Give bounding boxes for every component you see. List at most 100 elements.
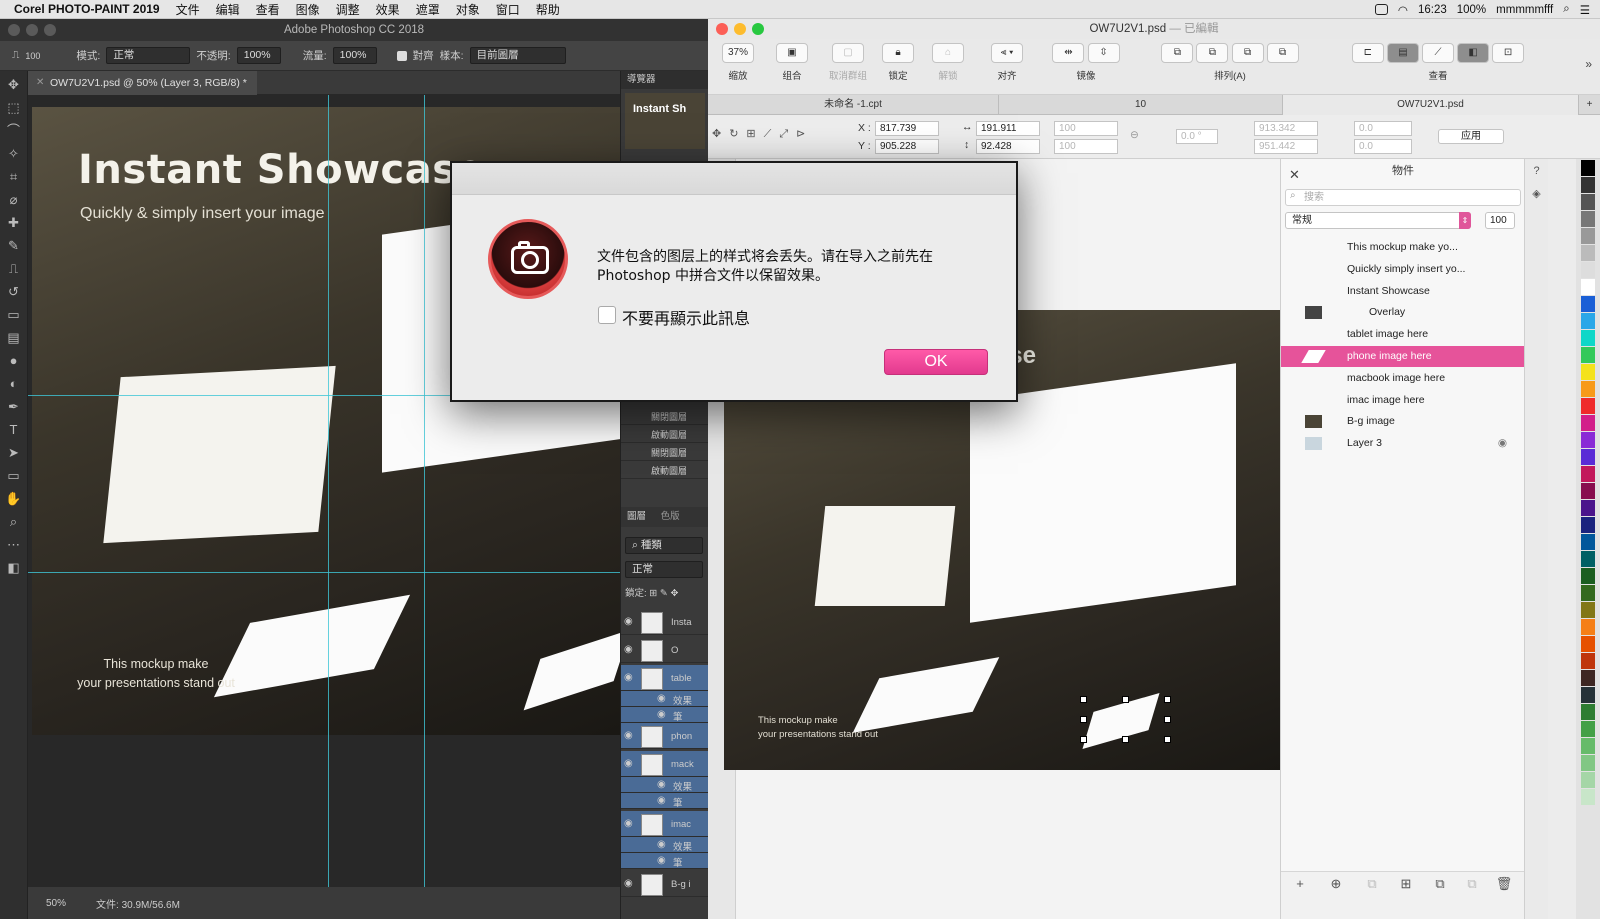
color-swatch[interactable] xyxy=(1581,262,1595,278)
new-layer-icon[interactable]: ⊕ xyxy=(1325,876,1347,894)
color-swatch[interactable] xyxy=(1581,279,1595,295)
objects-search-input[interactable]: 搜索 xyxy=(1285,189,1521,206)
object-row[interactable]: Instant Showcase xyxy=(1281,281,1525,302)
menu-mask[interactable]: 遮罩 xyxy=(408,1,448,18)
color-swatch[interactable] xyxy=(1581,789,1595,805)
color-swatch[interactable] xyxy=(1581,449,1595,465)
height-field[interactable]: 92.428 xyxy=(976,139,1040,154)
eye-icon[interactable]: ◉ xyxy=(1498,433,1507,454)
layers-dock-icon[interactable]: ◈ xyxy=(1525,187,1548,200)
eye-icon[interactable]: ◉ xyxy=(657,795,666,806)
color-swatch[interactable] xyxy=(1581,381,1595,397)
duplicate-icon[interactable]: ⧉ xyxy=(1429,876,1451,894)
object-row[interactable]: Overlay xyxy=(1281,302,1525,323)
layer-row[interactable]: ◉ table xyxy=(621,665,709,691)
help-icon[interactable]: ? xyxy=(1525,165,1548,177)
color-swatch[interactable] xyxy=(1581,619,1595,635)
cloud-icon[interactable] xyxy=(1374,4,1388,15)
layer-effect-row[interactable]: ◉ 筆 xyxy=(621,707,709,723)
zoom-window-button[interactable] xyxy=(44,24,56,36)
transform-mode-icons[interactable]: ✥↻⊞⟋⤢⊳ xyxy=(712,127,813,141)
color-swatch[interactable] xyxy=(1581,704,1595,720)
color-swatch[interactable] xyxy=(1581,296,1595,312)
group-button[interactable]: ▣ 组合 xyxy=(770,43,814,82)
color-swatch[interactable] xyxy=(1581,687,1595,703)
lock-button[interactable]: 🔒︎ 锁定 xyxy=(876,43,920,82)
color-swatch[interactable] xyxy=(1581,500,1595,516)
color-swatch[interactable] xyxy=(1581,177,1595,193)
menu-list-icon[interactable]: ☰ xyxy=(1580,3,1590,17)
menu-help[interactable]: 帮助 xyxy=(528,1,568,18)
menu-effects[interactable]: 效果 xyxy=(368,1,408,18)
healing-icon[interactable]: ✚ xyxy=(5,214,23,232)
dont-show-label[interactable]: 不要再顯示此訊息 xyxy=(622,305,750,329)
color-swatch[interactable] xyxy=(1581,211,1595,227)
color-swatch[interactable] xyxy=(1581,160,1595,176)
view-icon-4[interactable]: ◧ xyxy=(1457,43,1490,63)
scale-y-field[interactable]: 100 xyxy=(1054,139,1118,154)
eye-icon[interactable]: ◉ xyxy=(624,758,633,769)
layer-effect-row[interactable]: ◉ 筆 xyxy=(621,853,709,869)
selection-handle[interactable] xyxy=(1122,736,1129,743)
eye-icon[interactable]: ◉ xyxy=(657,709,666,720)
layer-row[interactable]: ◉ phon xyxy=(621,723,709,749)
object-row[interactable]: macbook image here xyxy=(1281,368,1525,389)
color-swatch[interactable] xyxy=(1581,364,1595,380)
clock-text[interactable]: 16:23 xyxy=(1418,4,1447,16)
color-swatch[interactable] xyxy=(1581,755,1595,771)
cd-tab-2[interactable]: 10 xyxy=(998,95,1282,115)
ps-zoom-readout[interactable]: 50% xyxy=(46,898,66,909)
layer-kind-filter[interactable]: ⌕ 種類 xyxy=(625,537,703,554)
layer-row[interactable]: ◉ O xyxy=(621,637,709,663)
pen-icon[interactable]: ✒ xyxy=(5,398,23,416)
selection-handle[interactable] xyxy=(1080,716,1087,723)
mask-icon[interactable]: ⧉ xyxy=(1361,876,1383,894)
magic-wand-icon[interactable]: ✧ xyxy=(5,145,23,163)
color-swatch[interactable] xyxy=(1581,738,1595,754)
crop-icon[interactable]: ⌗ xyxy=(5,168,23,186)
layer-row[interactable]: ◉ imac xyxy=(621,811,709,837)
lasso-icon[interactable]: ⌒ xyxy=(5,122,23,140)
color-swatch[interactable] xyxy=(1581,313,1595,329)
add-tab-icon[interactable]: + xyxy=(1578,95,1600,115)
arrange-button[interactable]: ⧉ ⧉ ⧉ ⧉ 排列(A) xyxy=(1140,43,1320,82)
angle-field[interactable]: 0.0 ° xyxy=(1176,129,1218,144)
brush-size[interactable]: 100 xyxy=(25,51,40,61)
layer-effect-row[interactable]: ◉ 效果 xyxy=(621,837,709,853)
eye-icon[interactable]: ◉ xyxy=(657,855,666,866)
trash-icon[interactable]: 🗑︎ xyxy=(1493,876,1515,894)
layer-effect-row[interactable]: ◉ 效果 xyxy=(621,777,709,793)
scale-x-field[interactable]: 100 xyxy=(1054,121,1118,136)
eraser-icon[interactable]: ▭ xyxy=(5,306,23,324)
ps-doc-tab[interactable]: ✕ OW7U2V1.psd @ 50% (Layer 3, RGB/8) * xyxy=(28,71,257,95)
unlock-button[interactable]: ⌂ 解锁 xyxy=(926,43,970,82)
menu-file[interactable]: 文件 xyxy=(168,1,208,18)
mirror-button[interactable]: ⇹ ⇳ 镜像 xyxy=(1042,43,1130,82)
stamp-tool-icon[interactable]: ⎍ xyxy=(12,49,19,62)
wifi-icon[interactable]: ◠ xyxy=(1398,3,1408,17)
object-row[interactable]: B-g image xyxy=(1281,411,1525,432)
object-row[interactable]: tablet image here xyxy=(1281,324,1525,345)
view-icon-1[interactable]: ⊏ xyxy=(1351,43,1384,63)
eye-icon[interactable]: ◉ xyxy=(624,644,633,655)
selection-handle[interactable] xyxy=(1164,696,1171,703)
object-row[interactable]: This mockup make yo... xyxy=(1281,237,1525,258)
color-swatch[interactable] xyxy=(1581,228,1595,244)
menu-object[interactable]: 对象 xyxy=(448,1,488,18)
flow-select[interactable]: 100% xyxy=(332,47,377,64)
zoom-select[interactable]: 37% xyxy=(722,43,754,63)
brush-icon[interactable]: ✎ xyxy=(5,237,23,255)
sample-select[interactable]: 目前圖層 xyxy=(469,47,566,64)
user-name[interactable]: mmmmmfff xyxy=(1496,4,1553,16)
selection-handle[interactable] xyxy=(1164,716,1171,723)
y-position-field[interactable]: 905.228 xyxy=(875,139,939,154)
eyedropper-icon[interactable]: ⌀ xyxy=(5,191,23,209)
cd-tab-3[interactable]: OW7U2V1.psd xyxy=(1282,95,1578,115)
battery-text[interactable]: 100% xyxy=(1457,4,1486,16)
selection-handle[interactable] xyxy=(1122,696,1129,703)
guide-vertical[interactable] xyxy=(424,95,425,887)
view-icon-3[interactable]: ⟋ xyxy=(1422,43,1454,63)
navigator-header[interactable]: 導覽器 xyxy=(621,71,708,89)
object-row[interactable]: Quickly simply insert yo... xyxy=(1281,259,1525,280)
color-swatch[interactable] xyxy=(1581,194,1595,210)
